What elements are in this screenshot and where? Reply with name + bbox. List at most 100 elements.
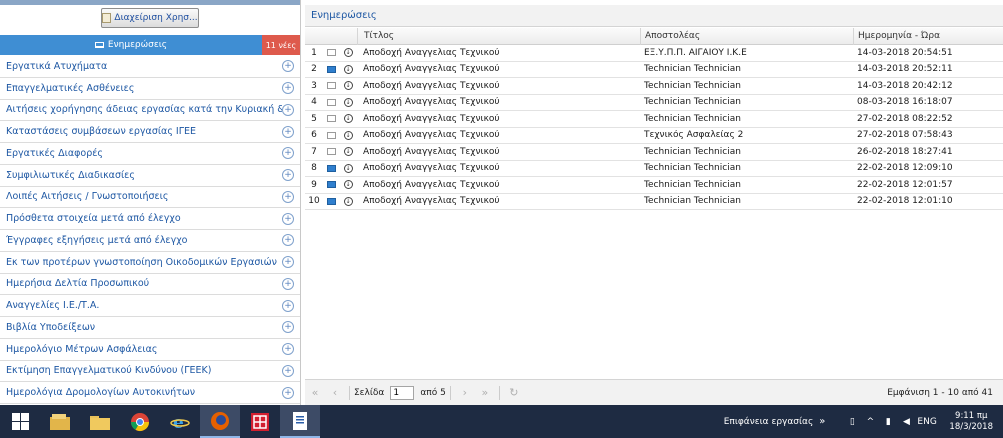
download-icon[interactable]: ↓ [343, 97, 353, 107]
taskbar-document-viewer[interactable] [280, 405, 320, 438]
expand-plus-icon[interactable]: + [282, 364, 294, 377]
download-icon[interactable]: ↓ [343, 180, 353, 190]
table-row[interactable]: 1 ↓ Αποδοχή Αναγγελιας Τεχνικού ΕΞ.Υ.Π.Π. Α… [305, 45, 1003, 62]
table-row[interactable]: 3 ↓ Αποδοχή Αναγγελιας Τεχνικού Technician … [305, 78, 1003, 95]
new-notifications-badge[interactable]: 11 νέες [262, 35, 300, 55]
taskbar-file-folder[interactable] [80, 405, 120, 438]
table-row[interactable]: 10 ↓ Αποδοχή Αναγγελιας Τεχνικού Technician… [305, 194, 1003, 210]
sidebar-menu-item[interactable]: Αιτήσεις χορήγησης άδειας εργασίας κατά … [0, 100, 300, 122]
top-strip [0, 0, 300, 5]
sidebar-menu-item[interactable]: Εργατικά Ατυχήματα + [0, 56, 300, 78]
sidebar-menu-item[interactable]: Βιβλία Υποδείξεων + [0, 317, 300, 339]
notifications-label: Ενημερώσεις [107, 40, 168, 50]
windows-logo-icon [11, 413, 29, 430]
row-date: 22-02-2018 12:01:10 [857, 196, 953, 207]
sidebar-menu-item-label: Λοιπές Αιτήσεις / Γνωστοποιήσεις [6, 191, 169, 203]
language-indicator[interactable]: ENG [917, 417, 936, 427]
volume-icon[interactable]: ◀ [899, 417, 913, 427]
pagination-bar: « ‹ Σελίδα από 5 › » ↻ Εμφάνιση 1 - 10 α… [305, 379, 1003, 405]
sidebar-menu-item[interactable]: Συμφιλιωτικές Διαδικασίες + [0, 165, 300, 187]
row-number: 6 [311, 130, 317, 141]
sidebar-menu-item-label: Πρόσθετα στοιχεία μετά από έλεγχο [6, 213, 181, 225]
table-row[interactable]: 4 ↓ Αποδοχή Αναγγελιας Τεχνικού Technician … [305, 95, 1003, 111]
expand-plus-icon[interactable]: + [282, 299, 294, 312]
download-icon[interactable]: ↓ [343, 48, 353, 58]
sidebar-menu-item[interactable]: Ημερήσια Δελτία Προσωπικού + [0, 274, 300, 296]
first-page-icon[interactable]: « [305, 386, 325, 399]
sidebar-menu-item[interactable]: Εργατικές Διαφορές + [0, 143, 300, 165]
table-row[interactable]: 2 ↓ Αποδοχή Αναγγελιας Τεχνικού Technician … [305, 62, 1003, 78]
prev-page-icon[interactable]: ‹ [325, 386, 345, 399]
expand-plus-icon[interactable]: + [282, 321, 294, 334]
sidebar-menu-item[interactable]: Έγγραφες εξηγήσεις μετά από έλεγχο + [0, 230, 300, 252]
expand-plus-icon[interactable]: + [282, 256, 294, 269]
sidebar-menu-item[interactable]: Καταστάσεις συμβάσεων εργασίας ΙΓΕΕ + [0, 121, 300, 143]
sidebar-menu-item[interactable]: Εκτίμηση Επαγγελματικού Κινδύνου (ΓΕΕΚ) + [0, 361, 300, 383]
sidebar-menu-item-label: Ημερολόγιο Μέτρων Ασφάλειας [6, 343, 158, 355]
refresh-icon[interactable]: ↻ [504, 386, 524, 399]
expand-plus-icon[interactable]: + [282, 190, 294, 203]
taskbar-chrome[interactable] [120, 405, 160, 438]
expand-plus-icon[interactable]: + [282, 234, 294, 247]
table-row[interactable]: 6 ↓ Αποδοχή Αναγγελιας Τεχνικού Τεχνικός Ασ… [305, 128, 1003, 144]
grid-body: 1 ↓ Αποδοχή Αναγγελιας Τεχνικού ΕΞ.Υ.Π.Π. Α… [305, 45, 1003, 210]
download-icon[interactable]: ↓ [343, 130, 353, 140]
fortinet-icon [251, 412, 269, 431]
unread-envelope-icon [326, 164, 336, 172]
page-number-input[interactable] [390, 385, 415, 400]
desktop-toolbar-label[interactable]: Επιφάνεια εργασίας [724, 417, 814, 427]
expand-plus-icon[interactable]: + [282, 147, 294, 160]
clock[interactable]: 9:11 πμ 18/3/2018 [949, 411, 993, 433]
row-number: 9 [311, 179, 317, 190]
last-page-icon[interactable]: » [475, 386, 495, 399]
taskbar-internet-explorer[interactable]: e [160, 405, 200, 438]
notifications-tab[interactable]: Ενημερώσεις [0, 35, 262, 55]
row-number: 5 [311, 113, 317, 124]
expand-plus-icon[interactable]: + [282, 125, 294, 138]
column-header-title[interactable]: Τίτλος [357, 27, 640, 45]
next-page-icon[interactable]: › [455, 386, 475, 399]
taskbar-file-explorer[interactable] [40, 405, 80, 438]
table-row[interactable]: 5 ↓ Αποδοχή Αναγγελιας Τεχνικού Technician … [305, 111, 1003, 128]
sidebar-menu-item[interactable]: Εκ των προτέρων γνωστοποίηση Οικοδομικών… [0, 252, 300, 274]
table-row[interactable]: 8 ↓ Αποδοχή Αναγγελιας Τεχνικού Technician … [305, 161, 1003, 177]
column-header-sender[interactable]: Αποστολέας [640, 27, 853, 45]
sidebar-menu-item[interactable]: Αναγγελίες Ι.Ε./Τ.Α. + [0, 295, 300, 317]
expand-plus-icon[interactable]: + [282, 60, 294, 73]
sidebar-menu-item[interactable]: Λοιπές Αιτήσεις / Γνωστοποιήσεις + [0, 187, 300, 209]
table-row[interactable]: 9 ↓ Αποδοχή Αναγγελιας Τεχνικού Technician … [305, 177, 1003, 194]
windows-start-button[interactable] [0, 405, 40, 438]
row-number: 3 [311, 80, 317, 91]
sidebar-menu-item[interactable]: Επαγγελματικές Ασθένειες + [0, 78, 300, 100]
expand-plus-icon[interactable]: + [282, 103, 294, 116]
device-icon[interactable]: ▯ [845, 417, 859, 427]
download-icon[interactable]: ↓ [343, 147, 353, 157]
row-date: 22-02-2018 12:09:10 [857, 163, 953, 174]
download-icon[interactable]: ↓ [343, 64, 353, 74]
expand-plus-icon[interactable]: + [282, 343, 294, 356]
sidebar-menu-item[interactable]: Πρόσθετα στοιχεία μετά από έλεγχο + [0, 208, 300, 230]
network-icon[interactable]: ▮ [881, 417, 895, 427]
taskbar-firefox[interactable] [200, 405, 240, 438]
download-icon[interactable]: ↓ [343, 196, 353, 206]
table-row[interactable]: 7 ↓ Αποδοχή Αναγγελιας Τεχνικού Technician … [305, 144, 1003, 161]
show-hidden-icons-icon[interactable]: ^ [863, 417, 877, 427]
user-management-button[interactable]: Διαχείριση Χρησ... [101, 8, 199, 28]
sidebar-menu-item[interactable]: Ημερολόγια Δρομολογίων Αυτοκινήτων + [0, 382, 300, 404]
toolbar-expand-icon[interactable]: » [819, 416, 825, 427]
expand-plus-icon[interactable]: + [282, 277, 294, 290]
sidebar-menu-item[interactable]: Ημερολόγιο Μέτρων Ασφάλειας + [0, 339, 300, 361]
taskbar-fortinet[interactable] [240, 405, 280, 438]
sidebar-menu-item-label: Αναγγελίες Ι.Ε./Τ.Α. [6, 300, 100, 312]
download-icon[interactable]: ↓ [343, 163, 353, 173]
expand-plus-icon[interactable]: + [282, 386, 294, 399]
expand-plus-icon[interactable]: + [282, 212, 294, 225]
row-number: 7 [311, 146, 317, 157]
expand-plus-icon[interactable]: + [282, 82, 294, 95]
row-title: Αποδοχή Αναγγελιας Τεχνικού [363, 179, 500, 190]
expand-plus-icon[interactable]: + [282, 169, 294, 182]
column-header-date[interactable]: Ημερομηνία - Ώρα [853, 27, 993, 45]
sidebar-menu-item-label: Ημερολόγια Δρομολογίων Αυτοκινήτων [6, 387, 196, 399]
download-icon[interactable]: ↓ [343, 81, 353, 91]
download-icon[interactable]: ↓ [343, 114, 353, 124]
